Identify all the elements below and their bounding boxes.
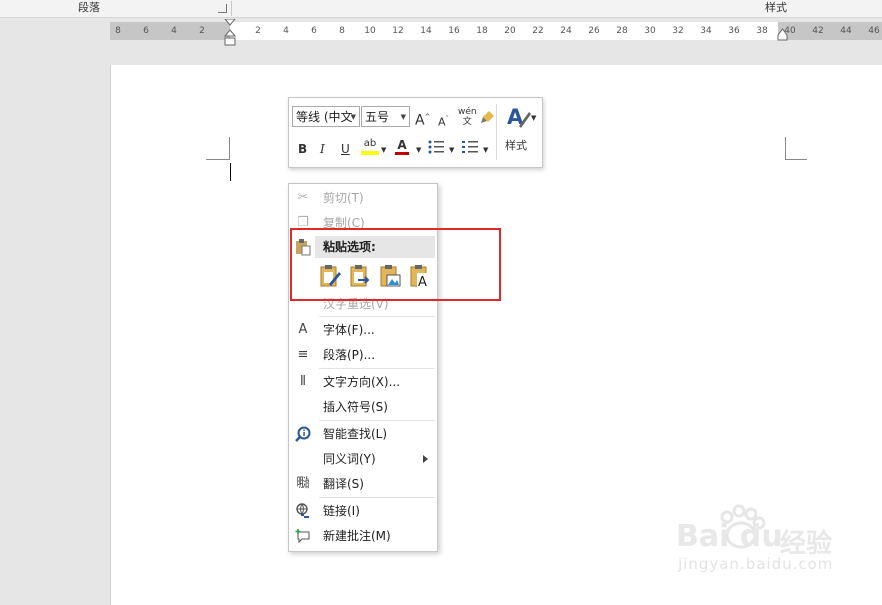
menu-separator bbox=[319, 368, 435, 369]
ruler-tick-label: 4 bbox=[171, 26, 177, 36]
translate-icon: ㍾ bbox=[296, 476, 310, 491]
menu-item-new-comment[interactable]: 新建批注(M) bbox=[289, 524, 437, 548]
ruler-tick-label: 4 bbox=[283, 26, 289, 36]
ruler-tick-label: 2 bbox=[199, 26, 205, 36]
highlight-annotation-box bbox=[290, 228, 501, 301]
menu-item-paragraph[interactable]: ≡ 段落(P)... bbox=[289, 343, 437, 367]
ruler-tick-label: 36 bbox=[728, 26, 740, 36]
mini-toolbar-separator bbox=[496, 104, 497, 160]
menu-item-smart-lookup[interactable]: 智能查找(L) bbox=[289, 422, 437, 446]
menu-item-insert-symbol[interactable]: 插入符号(S) bbox=[289, 395, 437, 419]
paragraph-dialog-launcher-icon[interactable] bbox=[218, 4, 227, 13]
styles-group-label: 样式 bbox=[765, 1, 787, 14]
right-indent-marker-icon[interactable] bbox=[777, 28, 788, 41]
bold-button[interactable]: B bbox=[298, 141, 307, 157]
ribbon-separator bbox=[231, 1, 232, 16]
ruler-tick-label: 6 bbox=[311, 26, 317, 36]
ruler-tick-label: 44 bbox=[840, 26, 852, 36]
crop-mark-top-right bbox=[785, 159, 807, 160]
ruler-tick-label: 22 bbox=[532, 26, 544, 36]
italic-button[interactable]: I bbox=[320, 141, 325, 157]
grow-font-icon[interactable]: A^ bbox=[415, 109, 430, 129]
menu-item-cut[interactable]: ✂ 剪切(T) bbox=[289, 186, 437, 210]
ruler-tick-label: 28 bbox=[616, 26, 628, 36]
ruler-tick-label: 10 bbox=[364, 26, 376, 36]
ribbon-group-labels: 段落 样式 bbox=[0, 0, 882, 18]
paragraph-group-label: 段落 bbox=[78, 1, 100, 14]
watermark-brand: Bai du bbox=[676, 519, 783, 554]
ruler-tick-label: 16 bbox=[448, 26, 460, 36]
font-name-combo[interactable]: 等线 (中文 ▼ bbox=[292, 106, 360, 127]
ruler-tick-label: 20 bbox=[504, 26, 516, 36]
ruler-tick-label: 26 bbox=[588, 26, 600, 36]
ruler-tick-label: 30 bbox=[644, 26, 656, 36]
menu-item-synonyms[interactable]: 同义词(Y) bbox=[289, 447, 437, 471]
menu-item-font[interactable]: A 字体(F)... bbox=[289, 318, 437, 342]
font-name-value: 等线 (中文 bbox=[296, 110, 353, 124]
chevron-down-icon[interactable]: ▼ bbox=[416, 142, 421, 158]
paragraph-icon: ≡ bbox=[297, 347, 309, 362]
chevron-down-icon[interactable]: ▼ bbox=[449, 142, 454, 158]
ruler-tick-label: 8 bbox=[339, 26, 345, 36]
crop-mark-top-right-v bbox=[785, 137, 786, 159]
ruler-tick-label: 14 bbox=[420, 26, 432, 36]
crop-mark-top-left bbox=[206, 159, 230, 160]
ruler-tick-label: 2 bbox=[255, 26, 261, 36]
styles-button[interactable]: 样式 bbox=[505, 138, 527, 154]
shrink-font-icon[interactable]: Aˇ bbox=[438, 111, 449, 131]
font-size-combo[interactable]: 五号 ▼ bbox=[361, 106, 410, 127]
mini-toolbar: 等线 (中文 ▼ 五号 ▼ A^ Aˇ wén 文 B I U ab ▼ A ▼ … bbox=[288, 97, 543, 168]
crop-mark-top-left-v bbox=[229, 137, 230, 159]
ruler-tick-label: 42 bbox=[812, 26, 824, 36]
ruler-tick-label: 6 bbox=[143, 26, 149, 36]
chevron-down-icon[interactable]: ▼ bbox=[531, 110, 536, 126]
font-icon: A bbox=[298, 322, 308, 337]
submenu-arrow-icon bbox=[423, 455, 428, 463]
text-direction-icon: ⫴ bbox=[300, 374, 306, 389]
text-cursor bbox=[230, 163, 231, 181]
chevron-down-icon[interactable]: ▼ bbox=[381, 142, 386, 158]
chevron-down-icon[interactable]: ▼ bbox=[483, 142, 488, 158]
menu-item-link[interactable]: 链接(I) bbox=[289, 499, 437, 523]
menu-separator bbox=[319, 316, 435, 317]
smart-lookup-icon bbox=[295, 426, 311, 442]
menu-item-text-direction[interactable]: ⫴ 文字方向(X)... bbox=[289, 370, 437, 394]
ruler-tick-label: 32 bbox=[672, 26, 684, 36]
watermark-url: jingyan.baidu.com bbox=[678, 555, 834, 573]
numbering-icon[interactable] bbox=[462, 140, 478, 154]
font-size-value: 五号 bbox=[365, 110, 390, 124]
ruler-tick-label: 18 bbox=[476, 26, 488, 36]
link-icon bbox=[296, 503, 309, 518]
bullets-icon[interactable] bbox=[428, 140, 444, 154]
format-painter-icon[interactable] bbox=[480, 109, 496, 125]
scissors-icon: ✂ bbox=[297, 190, 309, 205]
ruler-tick-label: 38 bbox=[756, 26, 768, 36]
menu-separator bbox=[319, 497, 435, 498]
highlight-color-icon[interactable]: ab bbox=[361, 138, 379, 157]
chevron-down-icon: ▼ bbox=[400, 113, 406, 121]
ruler-tick-label: 8 bbox=[115, 26, 121, 36]
phonetic-guide-icon[interactable]: wén 文 bbox=[458, 107, 477, 127]
comment-icon bbox=[295, 529, 310, 544]
ruler-tick-label: 12 bbox=[392, 26, 404, 36]
ruler-tick-label: 46 bbox=[868, 26, 880, 36]
menu-item-translate[interactable]: ㍾ 翻译(S) bbox=[289, 472, 437, 496]
ruler-tick-label: 24 bbox=[560, 26, 572, 36]
menu-separator bbox=[319, 420, 435, 421]
chevron-down-icon: ▼ bbox=[350, 113, 356, 121]
underline-button[interactable]: U bbox=[341, 141, 350, 157]
ruler-tick-label: 34 bbox=[700, 26, 712, 36]
font-color-icon[interactable]: A bbox=[395, 138, 409, 155]
indent-marker-icon[interactable] bbox=[224, 19, 236, 46]
